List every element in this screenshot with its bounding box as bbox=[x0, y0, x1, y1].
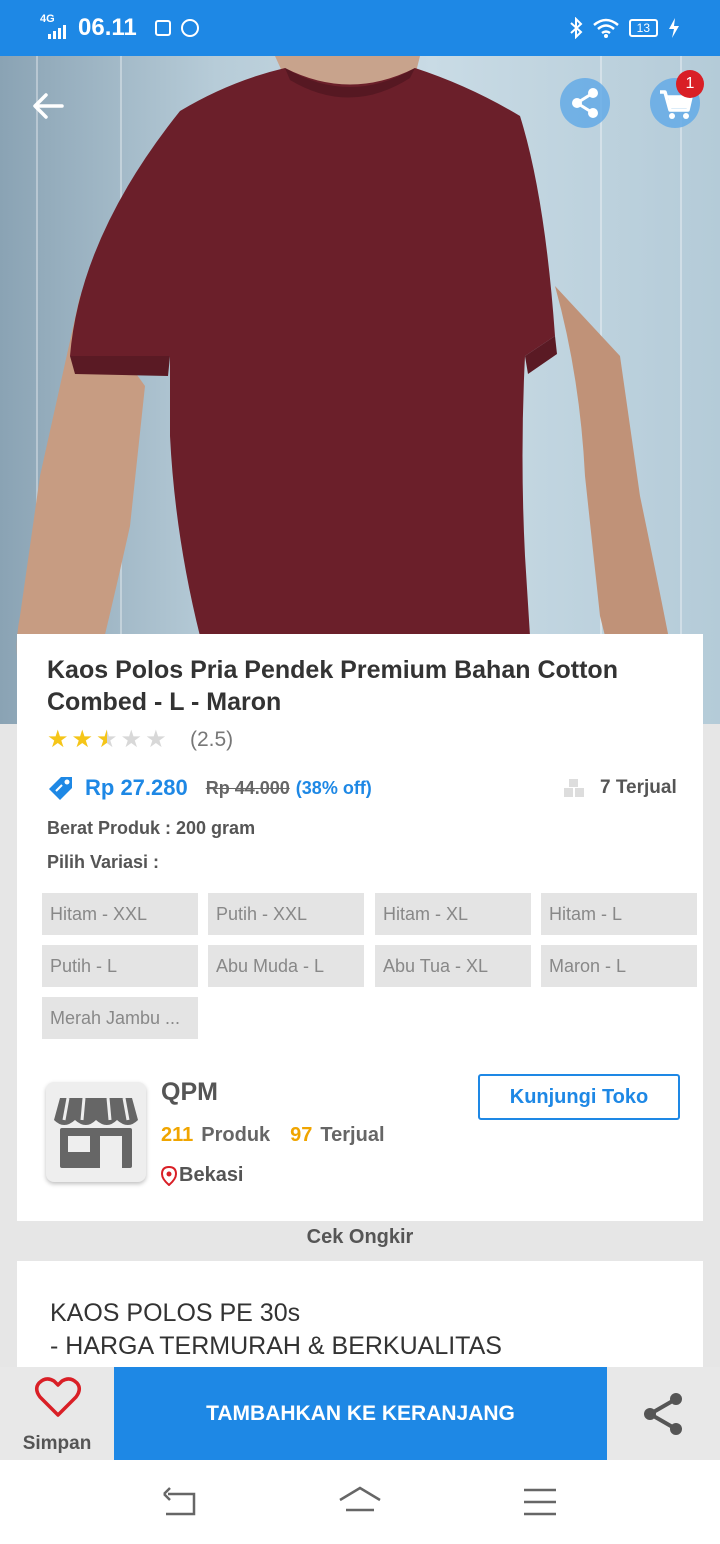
variant-option[interactable]: Putih - XXL bbox=[208, 893, 364, 935]
description-card: KAOS POLOS PE 30s - HARGA TERMURAH & BER… bbox=[17, 1261, 703, 1371]
bluetooth-icon bbox=[569, 17, 583, 39]
star-icon: ★ bbox=[71, 726, 94, 753]
variant-option[interactable]: Maron - L bbox=[541, 945, 697, 987]
store-sold-count: 97 bbox=[290, 1124, 313, 1146]
original-price: Rp 44.000 bbox=[205, 777, 290, 798]
product-weight: Berat Produk : 200 gram bbox=[47, 818, 256, 838]
store-location-text: Bekasi bbox=[179, 1164, 244, 1186]
store-sold-label: Terjual bbox=[320, 1124, 385, 1146]
star-empty-icon: ★ bbox=[145, 726, 167, 753]
save-button[interactable]: Simpan bbox=[0, 1367, 114, 1460]
store-icon bbox=[54, 1097, 138, 1168]
save-label: Simpan bbox=[22, 1433, 92, 1454]
variant-option[interactable]: Hitam - XXL bbox=[42, 893, 198, 935]
store-name[interactable]: QPM bbox=[161, 1078, 218, 1107]
battery-icon: 13 bbox=[628, 19, 658, 37]
store-product-count: 211 bbox=[161, 1124, 194, 1146]
add-to-cart-button[interactable]: TAMBAHKAN KE KERANJANG bbox=[114, 1367, 607, 1460]
location-pin-icon bbox=[161, 1165, 177, 1186]
variant-option[interactable]: Putih - L bbox=[42, 945, 198, 987]
nav-home-icon[interactable] bbox=[338, 1482, 382, 1522]
check-shipping-link[interactable]: Cek Ongkir bbox=[0, 1226, 720, 1249]
store-product-label: Produk bbox=[201, 1124, 271, 1146]
star-half-icon: ★ bbox=[96, 726, 118, 753]
clock: 06.11 bbox=[78, 14, 137, 41]
store-stats: 211 Produk 97 Terjual bbox=[161, 1124, 385, 1147]
star-empty-icon: ★ bbox=[120, 726, 143, 753]
variant-option[interactable]: Abu Muda - L bbox=[208, 945, 364, 987]
star-icon: ★ bbox=[47, 726, 69, 753]
bottom-action-bar: Simpan TAMBAHKAN KE KERANJANG bbox=[0, 1367, 720, 1460]
product-image[interactable] bbox=[0, 56, 720, 724]
description-line: - HARGA TERMURAH & BERKUALITAS bbox=[50, 1332, 502, 1360]
price-tag-icon bbox=[49, 777, 72, 800]
notification-icon bbox=[154, 20, 171, 36]
share-icon[interactable] bbox=[640, 1389, 688, 1439]
price-row: Rp 27.280 Rp 44.000 (38% off) bbox=[47, 774, 372, 802]
nav-back-icon[interactable] bbox=[158, 1482, 202, 1522]
network-type: 4G bbox=[40, 13, 55, 25]
current-price: Rp 27.280 bbox=[85, 775, 188, 800]
box-icon bbox=[564, 779, 584, 797]
variant-label: Pilih Variasi : bbox=[47, 852, 160, 872]
product-title: Kaos Polos Pria Pendek Premium Bahan Cot… bbox=[47, 656, 618, 716]
wifi-icon bbox=[592, 18, 619, 38]
heart-icon bbox=[35, 1377, 81, 1417]
variant-option[interactable]: Abu Tua - XL bbox=[375, 945, 531, 987]
status-bar: 4G 06.11 13 bbox=[0, 0, 720, 56]
store-location: Bekasi bbox=[161, 1164, 244, 1187]
share-icon bbox=[572, 88, 598, 118]
sold-text: 7 Terjual bbox=[600, 777, 677, 798]
description-line: KAOS POLOS PE 30s bbox=[50, 1299, 301, 1327]
whatsapp-icon bbox=[180, 19, 199, 37]
back-arrow-icon[interactable] bbox=[28, 86, 68, 126]
variant-option[interactable]: Hitam - L bbox=[541, 893, 697, 935]
charging-icon bbox=[669, 18, 679, 38]
visit-store-button[interactable]: Kunjungi Toko bbox=[478, 1074, 680, 1120]
shirt-illustration bbox=[16, 56, 680, 696]
variant-option[interactable]: Hitam - XL bbox=[375, 893, 531, 935]
nav-menu-icon[interactable] bbox=[518, 1482, 562, 1522]
rating-value: (2.5) bbox=[190, 728, 234, 751]
cart-count-badge: 1 bbox=[676, 70, 704, 98]
product-info-card: Kaos Polos Pria Pendek Premium Bahan Cot… bbox=[17, 634, 703, 1221]
sold-count: 7 Terjual bbox=[562, 776, 677, 800]
variant-option[interactable]: Merah Jambu ... bbox=[42, 997, 198, 1039]
network-signal-icon: 4G bbox=[40, 13, 68, 39]
discount-percent: (38% off) bbox=[295, 777, 372, 798]
rating-stars: ★ ★ ★ ★ ★ bbox=[47, 727, 167, 753]
share-button[interactable] bbox=[560, 78, 610, 128]
system-navigation-bar bbox=[0, 1460, 720, 1544]
store-logo[interactable] bbox=[46, 1082, 146, 1182]
